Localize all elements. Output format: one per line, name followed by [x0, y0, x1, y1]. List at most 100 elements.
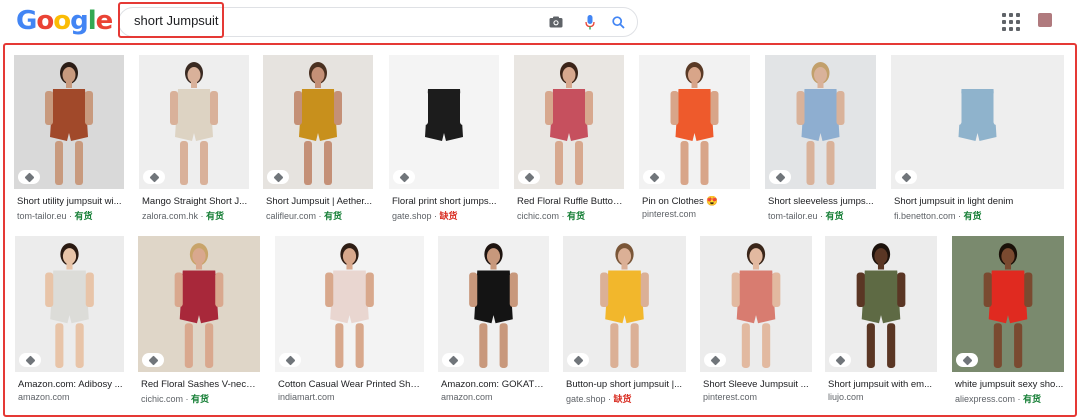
source-domain: amazon.com — [441, 392, 493, 402]
result-title[interactable]: Short Jumpsuit | Aether... — [266, 196, 373, 207]
result-thumbnail[interactable] — [952, 236, 1064, 372]
result-title[interactable]: Cotton Casual Wear Printed Shor... — [278, 379, 424, 390]
stock-status-badge: 有货 — [324, 211, 343, 221]
price-tag-icon — [518, 170, 540, 184]
result-source[interactable]: tom-tailor.eu · 有货 — [768, 209, 844, 222]
image-result-card[interactable]: Short utility jumpsuit wi... tom-tailor.e… — [14, 55, 124, 225]
separator-dot: · — [559, 211, 568, 221]
result-thumbnail[interactable] — [14, 55, 124, 189]
result-thumbnail[interactable] — [563, 236, 686, 372]
image-result-card[interactable]: Amazon.com: Adibosy ... amazon.com — [15, 236, 124, 408]
camera-icon[interactable] — [546, 12, 566, 32]
result-title[interactable]: Short utility jumpsuit wi... — [17, 196, 124, 207]
price-tag-icon — [18, 170, 40, 184]
source-domain: cichic.com — [517, 211, 560, 221]
result-title[interactable]: Short jumpsuit with em... — [828, 379, 937, 390]
image-result-card[interactable]: Red Floral Ruffle Button... cichic.com · … — [514, 55, 624, 225]
result-thumbnail[interactable] — [389, 55, 499, 189]
separator-dot: · — [316, 211, 325, 221]
result-title[interactable]: Button-up short jumpsuit |... — [566, 379, 686, 390]
result-thumbnail[interactable] — [700, 236, 812, 372]
stock-status-badge: 有货 — [1023, 394, 1042, 404]
result-title[interactable]: Floral print short jumps... — [392, 196, 499, 207]
result-thumbnail[interactable] — [639, 55, 750, 189]
result-source[interactable]: gate.shop · 缺货 — [392, 209, 458, 222]
result-title[interactable]: Mango Straight Short J... — [142, 196, 249, 207]
price-tag-icon — [19, 353, 41, 367]
image-result-card[interactable]: Short Sleeve Jumpsuit ... pinterest.com — [700, 236, 812, 408]
source-domain: fi.benetton.com — [894, 211, 956, 221]
result-source[interactable]: indiamart.com — [278, 392, 335, 402]
result-title[interactable]: Short sleeveless jumps... — [768, 196, 876, 207]
image-result-card[interactable]: Pin on Clothes 😍 pinterest.com — [639, 55, 750, 225]
image-result-card[interactable]: Button-up short jumpsuit |... gate.shop ·… — [563, 236, 686, 408]
source-domain: pinterest.com — [703, 392, 758, 402]
result-source[interactable]: tom-tailor.eu · 有货 — [17, 209, 93, 222]
image-result-card[interactable]: Short jumpsuit in light denim fi.benetton… — [891, 55, 1064, 225]
search-icon[interactable] — [608, 12, 628, 32]
separator-dot: · — [431, 211, 440, 221]
result-thumbnail[interactable] — [891, 55, 1064, 189]
result-source[interactable]: amazon.com — [18, 392, 70, 402]
source-domain: zalora.com.hk — [142, 211, 199, 221]
source-domain: amazon.com — [18, 392, 70, 402]
image-result-card[interactable]: Floral print short jumps... gate.shop · 缺… — [389, 55, 499, 225]
source-domain: aliexpress.com — [955, 394, 1016, 404]
image-result-card[interactable]: white jumpsuit sexy sho... aliexpress.com… — [952, 236, 1064, 408]
result-title[interactable]: Red Floral Sashes V-neck ... — [141, 379, 260, 390]
image-result-card[interactable]: Short jumpsuit with em... liujo.com — [825, 236, 937, 408]
result-source[interactable]: pinterest.com — [703, 392, 757, 402]
result-source[interactable]: cichic.com · 有货 — [517, 209, 585, 222]
result-source[interactable]: pinterest.com — [642, 209, 696, 219]
microphone-icon[interactable] — [580, 12, 600, 32]
result-thumbnail[interactable] — [765, 55, 876, 189]
image-result-card[interactable]: Short sleeveless jumps... tom-tailor.eu ·… — [765, 55, 876, 225]
result-title[interactable]: Short Sleeve Jumpsuit ... — [703, 379, 812, 390]
separator-dot: · — [1015, 394, 1024, 404]
result-title[interactable]: Short jumpsuit in light denim — [894, 196, 1064, 207]
result-source[interactable]: gate.shop · 缺货 — [566, 392, 632, 405]
result-thumbnail[interactable] — [139, 55, 249, 189]
apps-grid-icon[interactable] — [1000, 11, 1020, 31]
result-title[interactable]: Amazon.com: Adibosy ... — [18, 379, 124, 390]
image-result-card[interactable]: Amazon.com: GOKATO... amazon.com — [438, 236, 549, 408]
result-thumbnail[interactable] — [263, 55, 373, 189]
result-thumbnail[interactable] — [138, 236, 260, 372]
price-tag-icon — [895, 170, 917, 184]
result-thumbnail[interactable] — [825, 236, 937, 372]
result-source[interactable]: zalora.com.hk · 有货 — [142, 209, 224, 222]
avatar[interactable] — [1038, 13, 1052, 27]
result-source[interactable]: califleur.com · 有货 — [266, 209, 342, 222]
stock-status-badge: 缺货 — [613, 394, 632, 404]
price-tag-icon — [267, 170, 289, 184]
result-title[interactable]: Amazon.com: GOKATO... — [441, 379, 549, 390]
result-source[interactable]: aliexpress.com · 有货 — [955, 392, 1041, 405]
result-thumbnail[interactable] — [275, 236, 424, 372]
price-tag-icon — [279, 353, 301, 367]
price-tag-icon — [643, 170, 665, 184]
logo-letter: o — [36, 6, 54, 36]
image-result-card[interactable]: Cotton Casual Wear Printed Shor... indiam… — [275, 236, 424, 408]
stock-status-badge: 有货 — [206, 211, 225, 221]
stock-status-badge: 有货 — [74, 211, 93, 221]
price-tag-icon — [442, 353, 464, 367]
price-tag-icon — [704, 353, 726, 367]
result-source[interactable]: fi.benetton.com · 有货 — [894, 209, 982, 222]
image-result-card[interactable]: Short Jumpsuit | Aether... califleur.com … — [263, 55, 373, 225]
image-result-card[interactable]: Mango Straight Short J... zalora.com.hk ·… — [139, 55, 249, 225]
stock-status-badge: 有货 — [825, 211, 844, 221]
result-source[interactable]: cichic.com · 有货 — [141, 392, 209, 405]
result-source[interactable]: amazon.com — [441, 392, 493, 402]
result-source[interactable]: liujo.com — [828, 392, 864, 402]
separator-dot: · — [198, 211, 207, 221]
result-thumbnail[interactable] — [438, 236, 549, 372]
image-result-card[interactable]: Red Floral Sashes V-neck ... cichic.com ·… — [138, 236, 260, 408]
google-logo[interactable]: Google — [16, 6, 113, 36]
search-query-highlight — [118, 2, 224, 38]
result-title[interactable]: Red Floral Ruffle Button... — [517, 196, 624, 207]
result-title[interactable]: Pin on Clothes 😍 — [642, 196, 750, 207]
result-thumbnail[interactable] — [514, 55, 624, 189]
result-title[interactable]: white jumpsuit sexy sho... — [955, 379, 1064, 390]
result-thumbnail[interactable] — [15, 236, 124, 372]
stock-status-badge: 有货 — [567, 211, 586, 221]
